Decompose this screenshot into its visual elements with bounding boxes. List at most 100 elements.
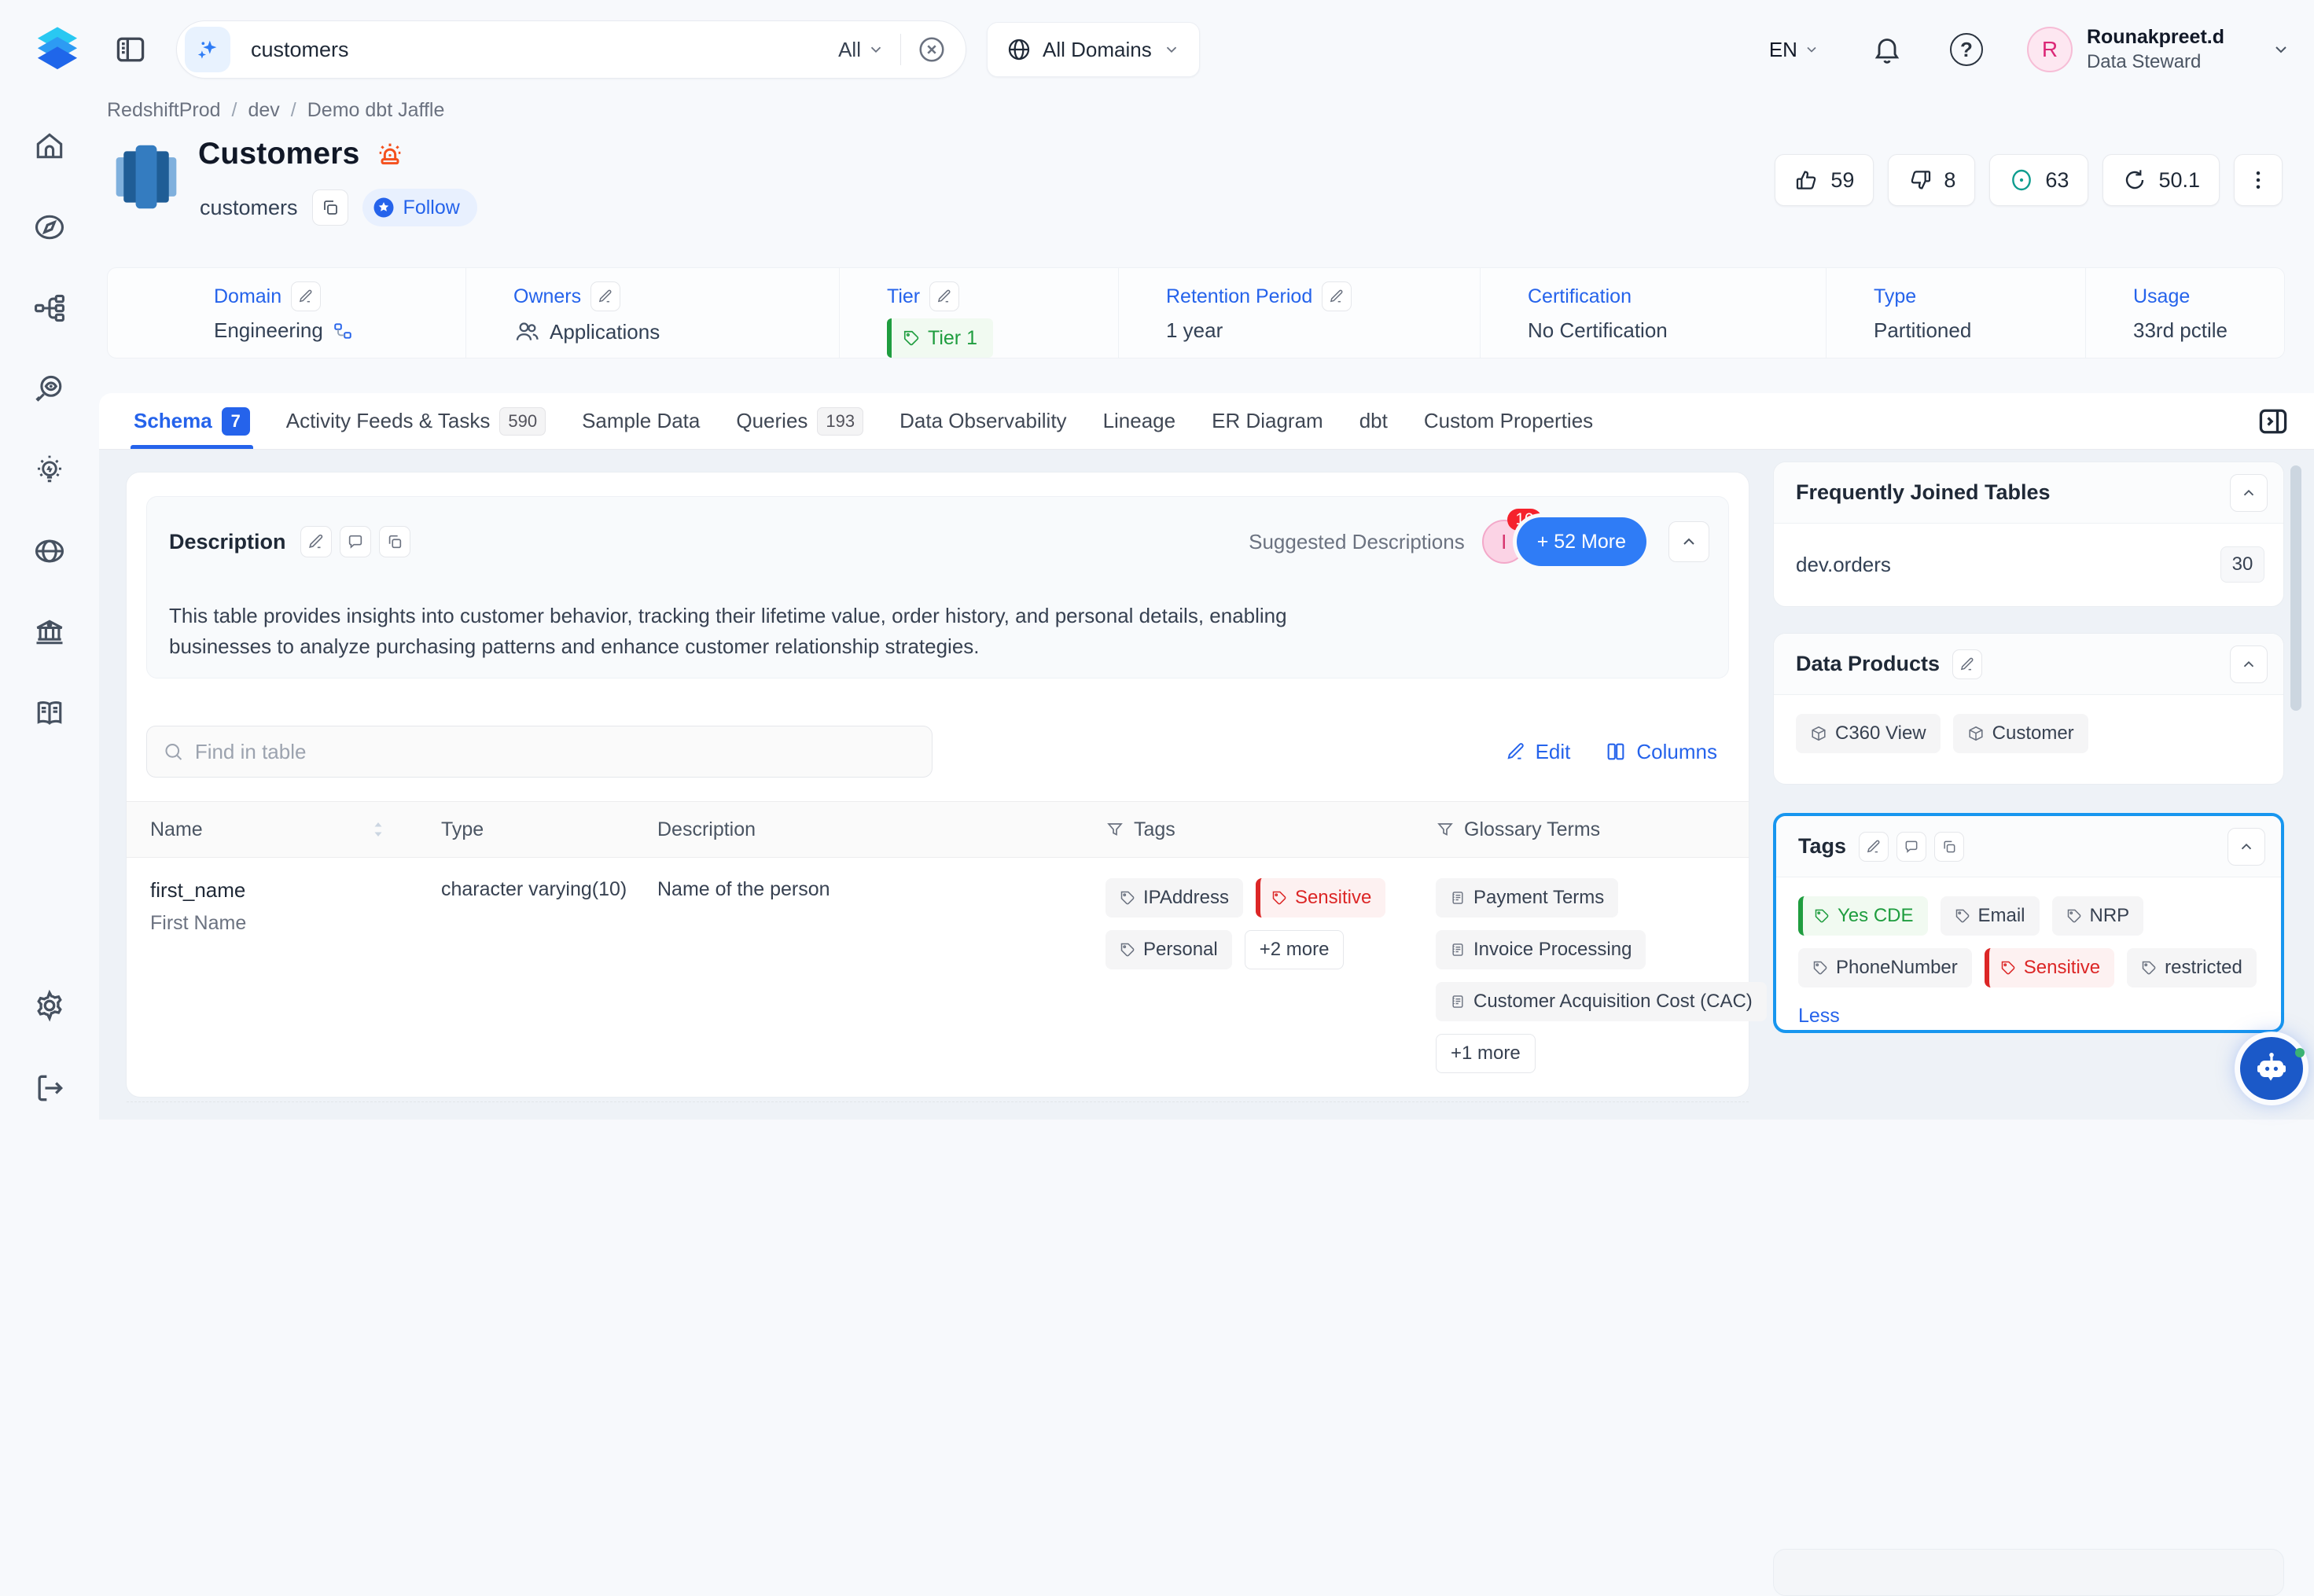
downvote-button[interactable]: 8 — [1888, 154, 1975, 206]
quality-score-button[interactable]: 63 — [1989, 154, 2088, 206]
ai-sparkles-icon[interactable] — [185, 27, 230, 72]
more-tags-chip[interactable]: +2 more — [1245, 930, 1345, 969]
collapse-description-button[interactable] — [1668, 521, 1709, 562]
domains-filter-dropdown[interactable]: All Domains — [987, 22, 1200, 77]
edit-tags-button[interactable] — [1859, 832, 1889, 862]
metadata-band: Domain Engineering Owners Applications T… — [107, 267, 2285, 359]
global-search[interactable]: customers All — [176, 20, 966, 79]
tag-chip[interactable]: restricted — [2127, 948, 2257, 987]
tag-chip[interactable]: Personal — [1105, 930, 1232, 969]
table-row[interactable]: first_name First Name character varying(… — [127, 858, 1749, 1102]
description-text: This table provides insights into custom… — [169, 601, 1341, 662]
collapse-joined-tables-button[interactable] — [2230, 474, 2268, 512]
description-title: Description — [169, 530, 286, 554]
pencil-icon — [936, 289, 952, 304]
governance-bank-icon[interactable] — [32, 615, 67, 649]
chatbot-button[interactable] — [2240, 1037, 2303, 1100]
discover-search-eye-icon[interactable] — [32, 372, 67, 406]
glossary-term-chip[interactable]: Payment Terms — [1436, 878, 1618, 918]
copy-name-button[interactable] — [312, 189, 348, 226]
edit-tier-button[interactable] — [929, 281, 959, 311]
edit-owners-button[interactable] — [590, 281, 620, 311]
comment-description-button[interactable] — [340, 526, 371, 557]
explore-compass-icon[interactable] — [32, 210, 67, 245]
glossary-book-icon[interactable] — [32, 696, 67, 730]
copy-description-button[interactable] — [379, 526, 410, 557]
sidebar-toggle-icon[interactable] — [113, 32, 148, 67]
tab-dbt[interactable]: dbt — [1359, 393, 1388, 449]
join-count-badge: 30 — [2220, 546, 2264, 583]
breadcrumb-database[interactable]: Demo dbt Jaffle — [307, 99, 445, 122]
tab-queries[interactable]: Queries193 — [736, 393, 863, 449]
lineage-sitemap-icon[interactable] — [32, 291, 67, 325]
tab-custom-properties[interactable]: Custom Properties — [1424, 393, 1593, 449]
comment-tags-button[interactable] — [1896, 832, 1926, 862]
asset-tabs: Schema7 Activity Feeds & Tasks590 Sample… — [99, 393, 2314, 450]
tag-chip[interactable]: Email — [1941, 896, 2040, 936]
tag-chip[interactable]: Sensitive — [1985, 948, 2114, 987]
app-logo-icon[interactable] — [24, 16, 91, 83]
web-globe-icon[interactable] — [32, 534, 67, 568]
show-less-link[interactable]: Less — [1798, 1005, 2262, 1028]
columns-icon — [1605, 741, 1627, 763]
glossary-term-chip[interactable]: Invoice Processing — [1436, 930, 1646, 969]
edit-table-button[interactable]: Edit — [1506, 740, 1571, 764]
tab-data-observability[interactable]: Data Observability — [899, 393, 1066, 449]
columns-button[interactable]: Columns — [1605, 740, 1717, 764]
breadcrumb-schema[interactable]: dev — [248, 99, 279, 122]
edit-domain-button[interactable] — [291, 281, 321, 311]
header-name[interactable]: Name — [150, 818, 441, 841]
tab-er-diagram[interactable]: ER Diagram — [1212, 393, 1323, 449]
tab-activity-feeds[interactable]: Activity Feeds & Tasks590 — [286, 393, 546, 449]
find-in-table-field[interactable] — [146, 726, 933, 778]
tag-chip[interactable]: NRP — [2052, 896, 2144, 936]
collapse-data-products-button[interactable] — [2230, 645, 2268, 683]
tier-badge[interactable]: Tier 1 — [887, 318, 993, 358]
edit-data-products-button[interactable] — [1952, 649, 1982, 679]
tag-chip[interactable]: PhoneNumber — [1798, 948, 1972, 987]
joined-table-row[interactable]: dev.orders 30 — [1774, 524, 2283, 605]
popularity-button[interactable]: 50.1 — [2102, 154, 2220, 206]
data-product-chip[interactable]: C360 View — [1796, 714, 1941, 753]
tag-chip[interactable]: IPAddress — [1105, 878, 1243, 918]
settings-gear-icon[interactable] — [31, 987, 68, 1024]
edit-description-button[interactable] — [300, 526, 332, 557]
tag-chip[interactable]: Yes CDE — [1798, 896, 1928, 936]
search-scope-dropdown[interactable]: All — [838, 38, 885, 62]
more-actions-button[interactable] — [2234, 154, 2283, 206]
search-input[interactable]: customers — [251, 38, 838, 62]
metadata-type: Type Partitioned — [1826, 268, 2085, 358]
home-icon[interactable] — [32, 129, 67, 164]
tab-sample-data[interactable]: Sample Data — [582, 393, 700, 449]
alert-siren-icon[interactable] — [374, 138, 406, 170]
chevron-down-icon[interactable] — [2272, 40, 2290, 59]
edit-retention-button[interactable] — [1322, 281, 1352, 311]
filter-icon[interactable] — [1105, 820, 1124, 839]
find-in-table-input[interactable] — [195, 740, 916, 764]
glossary-term-chip[interactable]: Customer Acquisition Cost (CAC) — [1436, 982, 1767, 1021]
breadcrumb-connection[interactable]: RedshiftProd — [107, 99, 221, 122]
data-product-chip[interactable]: Customer — [1953, 714, 2088, 753]
glossary-term-icon — [1450, 942, 1466, 958]
clear-search-icon[interactable] — [917, 35, 947, 64]
upvote-button[interactable]: 59 — [1775, 154, 1874, 206]
more-glossary-terms-chip[interactable]: +1 more — [1436, 1034, 1536, 1073]
copy-tags-button[interactable] — [1934, 832, 1964, 862]
user-menu[interactable]: Rounakpreet.d Data Steward — [2087, 25, 2224, 73]
help-icon[interactable]: ? — [1950, 33, 1983, 66]
side-panel-toggle-icon[interactable] — [2256, 404, 2290, 439]
tab-lineage[interactable]: Lineage — [1103, 393, 1176, 449]
sort-icon[interactable] — [370, 820, 386, 839]
notifications-bell-icon[interactable] — [1871, 34, 1903, 65]
logout-icon[interactable] — [32, 1071, 67, 1105]
user-avatar[interactable]: R — [2027, 27, 2073, 72]
page-scrollbar[interactable] — [2290, 465, 2301, 711]
suggested-more-button[interactable]: + 52 More — [1517, 517, 1646, 566]
tab-schema[interactable]: Schema7 — [134, 393, 250, 449]
language-selector[interactable]: EN — [1769, 38, 1819, 62]
follow-button[interactable]: Follow — [362, 189, 477, 226]
filter-icon[interactable] — [1436, 820, 1455, 839]
collapse-tags-button[interactable] — [2228, 828, 2265, 866]
insights-lightbulb-icon[interactable] — [32, 453, 67, 487]
tag-chip[interactable]: Sensitive — [1256, 878, 1385, 918]
